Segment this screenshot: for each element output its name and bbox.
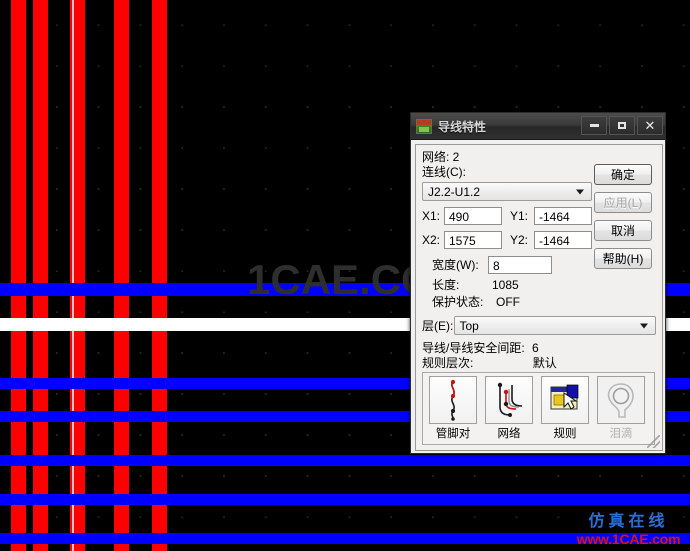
trace-vertical[interactable]: [152, 0, 167, 551]
x2-label: X2:: [422, 233, 441, 247]
trace-horizontal[interactable]: [0, 455, 690, 466]
watermark-corner: 仿真在线 www.1CAE.com: [567, 512, 690, 548]
rules-button[interactable]: 规则: [539, 376, 591, 441]
trace-vertical[interactable]: [11, 0, 26, 551]
net-button[interactable]: 网络: [483, 376, 535, 441]
chevron-down-icon: [576, 189, 584, 194]
maximize-icon[interactable]: [609, 116, 635, 135]
y2-label: Y2:: [510, 233, 529, 247]
protect-label: 保护状态:: [432, 295, 484, 309]
pin-pair-icon: [429, 376, 477, 424]
length-value: 1085: [492, 278, 519, 292]
clearance-value: 6: [532, 341, 539, 355]
connection-combo[interactable]: J2.2-U1.2: [422, 182, 592, 201]
clearance-label: 导线/导线安全间距:: [422, 341, 525, 355]
close-icon[interactable]: ✕: [637, 116, 663, 135]
length-label: 长度:: [432, 278, 460, 292]
teardrop-button: 泪滴: [595, 376, 647, 441]
trace-vertical[interactable]: [33, 0, 48, 551]
apply-button: 应用(L): [594, 192, 652, 213]
rule-level-row: 规则层次: 默认: [422, 356, 656, 371]
rules-icon: [541, 376, 589, 424]
width-field[interactable]: 8: [488, 256, 552, 274]
trace-vertical[interactable]: [114, 0, 129, 551]
dialog-titlebar[interactable]: 导线特性 ✕: [411, 113, 665, 140]
layer-combo-value: Top: [459, 318, 479, 333]
icon-button-panel: 管脚对 网络 规则 泪滴: [422, 372, 655, 445]
pin-pair-button[interactable]: 管脚对: [427, 376, 479, 441]
dialog-title: 导线特性: [438, 119, 487, 134]
watermark-corner-bottom: www.1CAE.com: [576, 531, 681, 547]
minimize-icon[interactable]: [581, 116, 607, 135]
trace-horizontal[interactable]: [0, 494, 690, 505]
wire-properties-dialog[interactable]: 导线特性 ✕ 确定 应用(L) 取消 帮助(H) 网络: 2 连线(C): J2…: [410, 112, 666, 454]
net-label: 网络: [497, 428, 521, 440]
teardrop-icon: [597, 376, 645, 424]
rules-label: 规则: [553, 428, 577, 440]
x1-field[interactable]: 490: [444, 207, 502, 225]
dialog-body: 确定 应用(L) 取消 帮助(H) 网络: 2 连线(C): J2.2-U1.2…: [415, 144, 663, 451]
rule-level-value: 默认: [532, 356, 557, 370]
cancel-button[interactable]: 取消: [594, 220, 652, 241]
dialog-fields: 网络: 2 连线(C): J2.2-U1.2 X1: 490 Y1: -1464…: [422, 150, 594, 309]
window-controls: ✕: [579, 116, 663, 135]
width-label: 宽度(W):: [432, 258, 479, 272]
x1-label: X1:: [422, 209, 441, 223]
pin-pair-label: 管脚对: [435, 428, 471, 440]
clearance-row: 导线/导线安全间距: 6: [422, 341, 656, 356]
connection-label: 连线(C):: [422, 165, 466, 179]
help-button[interactable]: 帮助(H): [594, 248, 652, 269]
x2-field[interactable]: 1575: [444, 231, 502, 249]
layer-combo[interactable]: Top: [453, 316, 656, 335]
dialog-action-buttons: 确定 应用(L) 取消 帮助(H): [594, 150, 656, 276]
rule-level-label: 规则层次:: [422, 356, 474, 370]
resize-grip[interactable]: [647, 435, 660, 448]
y2-field[interactable]: -1464: [534, 231, 592, 249]
trace-vertical-selected[interactable]: [72, 0, 74, 551]
watermark-corner-top: 仿真在线: [588, 513, 669, 530]
chevron-down-icon: [640, 323, 648, 328]
net-label: 网络: 2: [422, 150, 460, 164]
ok-button[interactable]: 确定: [594, 164, 652, 185]
protect-value: OFF: [496, 295, 520, 309]
teardrop-label: 泪滴: [609, 428, 633, 440]
y1-field[interactable]: -1464: [534, 207, 592, 225]
layer-label: 层(E):: [422, 318, 454, 333]
connection-combo-value: J2.2-U1.2: [428, 184, 481, 199]
pads-icon: [416, 118, 432, 134]
net-icon: [485, 376, 533, 424]
y1-label: Y1:: [510, 209, 529, 223]
